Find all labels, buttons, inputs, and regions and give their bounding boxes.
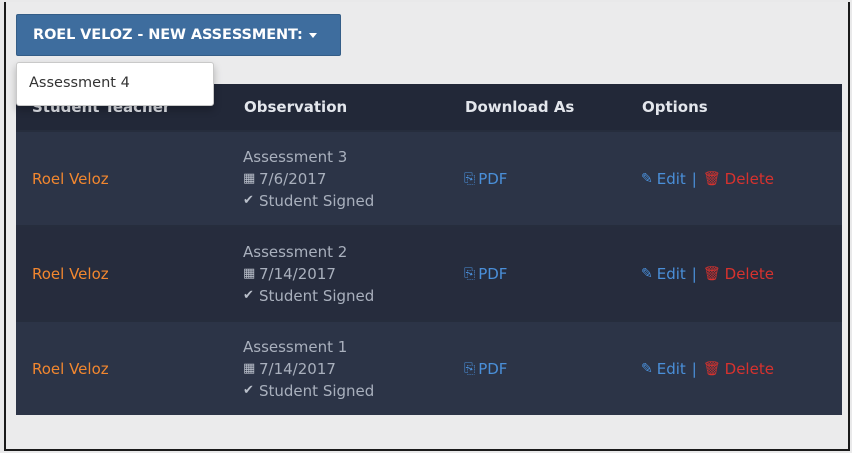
pdf-file-icon: ⎘ [464, 265, 476, 282]
options-cell: ✎ Edit | 🗑 Delete [641, 170, 841, 188]
header-download-as: Download As [465, 98, 575, 116]
pdf-download-link[interactable]: ⎘ PDF [464, 360, 641, 378]
delete-link[interactable]: 🗑 Delete [703, 170, 774, 188]
calendar-icon: ▦ [243, 170, 256, 186]
edit-icon: ✎ [641, 265, 653, 282]
options-cell: ✎ Edit | 🗑 Delete [641, 265, 841, 283]
check-icon: ✔ [243, 382, 254, 398]
assessment-title: Assessment 1 [243, 337, 348, 356]
options-separator: | [691, 359, 697, 378]
edit-label: Edit [656, 264, 686, 283]
new-assessment-dropdown-label: ROEL VELOZ - NEW ASSESSMENT: [33, 27, 303, 43]
assessment-title: Assessment 3 [243, 147, 348, 166]
delete-label: Delete [724, 264, 774, 283]
edit-link[interactable]: ✎ Edit [641, 170, 686, 188]
delete-link[interactable]: 🗑 Delete [703, 265, 774, 283]
caret-down-icon [308, 32, 317, 38]
delete-link[interactable]: 🗑 Delete [703, 360, 774, 378]
table-row: Roel Veloz Assessment 3 ▦ 7/6/2017 ✔ Stude… [16, 130, 842, 225]
student-name: Roel Veloz [32, 169, 109, 188]
pdf-label: PDF [478, 359, 508, 378]
assessments-table: Student Teacher Observation Download As … [16, 84, 842, 415]
assessment-date: 7/14/2017 [259, 264, 336, 283]
edit-link[interactable]: ✎ Edit [641, 360, 686, 378]
edit-icon: ✎ [641, 170, 653, 187]
delete-label: Delete [724, 359, 774, 378]
signed-status: Student Signed [259, 191, 375, 210]
student-name: Roel Veloz [32, 359, 109, 378]
pdf-download-link[interactable]: ⎘ PDF [464, 265, 641, 283]
options-cell: ✎ Edit | 🗑 Delete [641, 360, 841, 378]
header-observation: Observation [244, 98, 348, 116]
observation-cell: Assessment 2 ▦ 7/14/2017 ✔ Student Signed [243, 241, 464, 307]
new-assessment-dropdown-button[interactable]: ROEL VELOZ - NEW ASSESSMENT: [16, 14, 341, 56]
table-row: Roel Veloz Assessment 1 ▦ 7/14/2017 ✔ Stud… [16, 320, 842, 415]
edit-label: Edit [656, 359, 686, 378]
observation-cell: Assessment 3 ▦ 7/6/2017 ✔ Student Signed [243, 146, 464, 212]
check-icon: ✔ [243, 192, 254, 208]
dropdown-item-assessment-4[interactable]: Assessment 4 [29, 75, 213, 91]
pdf-label: PDF [478, 264, 508, 283]
calendar-icon: ▦ [243, 360, 256, 376]
edit-icon: ✎ [641, 360, 653, 377]
trash-icon: 🗑 [702, 265, 721, 282]
edit-label: Edit [656, 169, 686, 188]
pdf-download-link[interactable]: ⎘ PDF [464, 170, 641, 188]
pdf-label: PDF [478, 169, 508, 188]
table-row: Roel Veloz Assessment 2 ▦ 7/14/2017 ✔ Stud… [16, 225, 842, 320]
assessment-date: 7/6/2017 [259, 169, 327, 188]
student-name: Roel Veloz [32, 264, 109, 283]
options-separator: | [691, 169, 697, 188]
pdf-file-icon: ⎘ [464, 360, 476, 377]
signed-status: Student Signed [259, 286, 375, 305]
new-assessment-dropdown-menu: Assessment 4 [16, 62, 214, 106]
edit-link[interactable]: ✎ Edit [641, 265, 686, 283]
observation-cell: Assessment 1 ▦ 7/14/2017 ✔ Student Signed [243, 336, 464, 402]
header-options: Options [642, 98, 708, 116]
delete-label: Delete [724, 169, 774, 188]
options-separator: | [691, 264, 697, 283]
calendar-icon: ▦ [243, 265, 256, 281]
assessment-date: 7/14/2017 [259, 359, 336, 378]
assessment-title: Assessment 2 [243, 242, 348, 261]
trash-icon: 🗑 [702, 170, 721, 187]
pdf-file-icon: ⎘ [464, 170, 476, 187]
check-icon: ✔ [243, 287, 254, 303]
signed-status: Student Signed [259, 381, 375, 400]
trash-icon: 🗑 [702, 360, 721, 377]
